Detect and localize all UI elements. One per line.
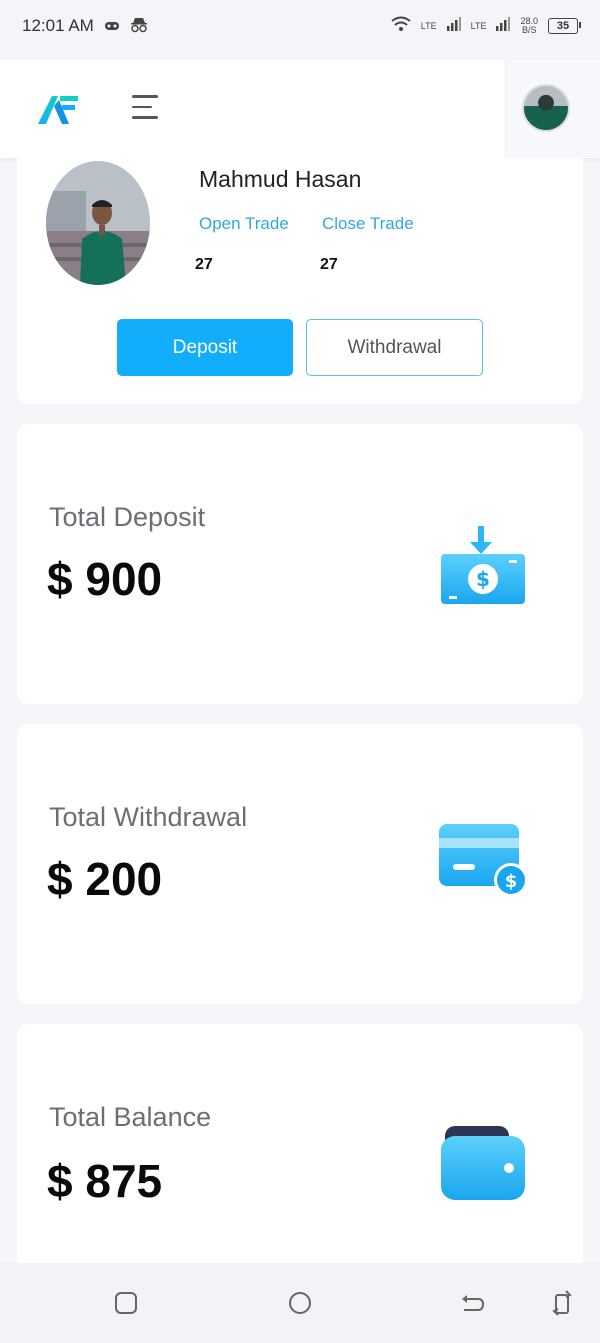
open-trade-label[interactable]: Open Trade [199, 214, 289, 234]
status-time: 12:01 AM [22, 16, 94, 35]
avatar[interactable] [522, 84, 570, 132]
header-avatar-container[interactable] [505, 60, 600, 158]
withdrawal-button[interactable]: Withdrawal [306, 319, 483, 376]
app-logo-icon[interactable] [36, 92, 80, 126]
total-withdrawal-card: Total Withdrawal $ 200 $ [17, 724, 583, 1004]
incognito-icon [130, 17, 148, 36]
wallet-icon [439, 1124, 527, 1208]
close-trade-label[interactable]: Close Trade [322, 214, 414, 234]
network-speed: 28.0 B/S [520, 17, 538, 35]
total-deposit-label: Total Deposit [49, 502, 206, 532]
total-balance-card: Total Balance $ 875 [17, 1024, 583, 1274]
back-icon[interactable] [458, 1289, 486, 1317]
money-deposit-icon: $ [439, 524, 527, 608]
open-trade-count: 27 [195, 256, 213, 273]
recent-apps-icon[interactable] [112, 1289, 140, 1317]
network-1-label: LTE [420, 20, 437, 31]
svg-text:$: $ [505, 871, 518, 892]
profile-name: Mahmud Hasan [199, 166, 362, 192]
deposit-button[interactable]: Deposit [117, 319, 293, 376]
profile-photo [46, 161, 150, 285]
status-right: LTE LTE 28.0 B/S 35 [391, 16, 581, 37]
home-icon[interactable] [286, 1289, 314, 1317]
network-2-label: LTE [470, 20, 487, 31]
total-withdrawal-amount: $ 200 [47, 853, 163, 905]
battery-icon: 35 [548, 18, 581, 34]
total-balance-amount: $ 875 [47, 1155, 163, 1207]
status-bar: 12:01 AM LTE LTE 28.0 B/S 35 [0, 0, 600, 52]
game-controller-icon [104, 19, 120, 34]
total-withdrawal-label: Total Withdrawal [49, 802, 248, 832]
signal-2-icon [496, 16, 511, 36]
app-header [0, 60, 600, 158]
svg-text:$: $ [476, 567, 490, 591]
status-left: 12:01 AM [22, 16, 148, 36]
rotate-screen-icon[interactable] [548, 1289, 576, 1317]
speed-unit: B/S [521, 25, 537, 35]
total-balance-label: Total Balance [49, 1102, 212, 1132]
battery-level: 35 [556, 20, 570, 32]
total-deposit-amount: $ 900 [47, 553, 163, 605]
network-1: LTE [420, 20, 437, 31]
hamburger-menu-icon[interactable] [132, 95, 160, 121]
total-deposit-card: Total Deposit $ 900 $ [17, 424, 583, 704]
wifi-icon [391, 16, 411, 37]
card-withdrawal-icon: $ [439, 824, 528, 908]
network-2: LTE [470, 20, 487, 31]
close-trade-count: 27 [320, 256, 338, 273]
profile-card: Mahmud Hasan Open Trade Close Trade 27 2… [17, 158, 583, 404]
signal-1-icon [446, 16, 461, 36]
system-nav-bar [0, 1263, 600, 1343]
